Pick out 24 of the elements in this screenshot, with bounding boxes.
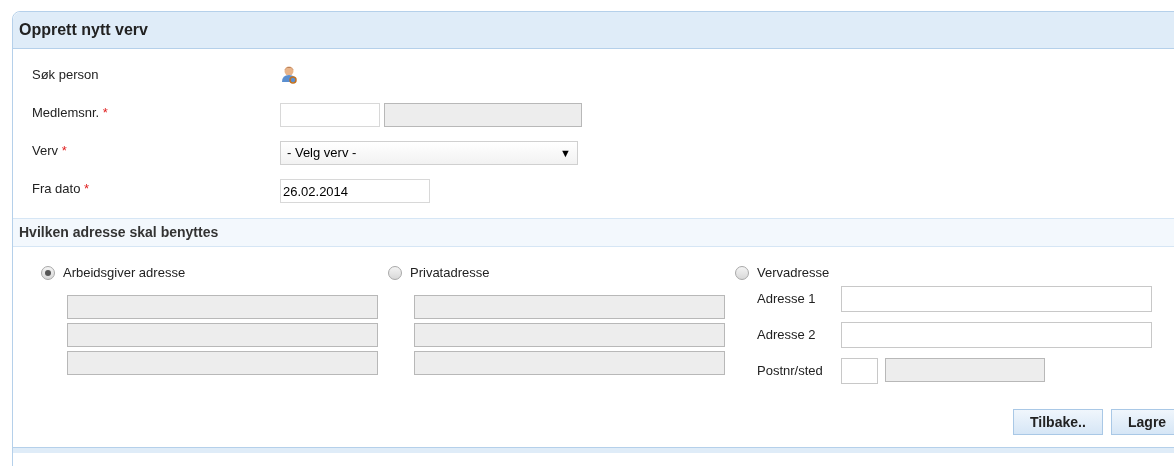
- field-label: Fra dato *: [32, 180, 91, 198]
- field-label: Søk person: [32, 66, 100, 84]
- person-search-icon[interactable]: [280, 65, 300, 85]
- field-label: Verv *: [32, 142, 68, 160]
- radio-button[interactable]: [388, 266, 402, 280]
- field-label: Medlemsnr. *: [32, 104, 109, 122]
- radio-label: Arbeidsgiver adresse: [63, 264, 186, 283]
- field-label: Postnr/sted: [757, 362, 824, 381]
- radio-button[interactable]: [735, 266, 749, 280]
- action-button[interactable]: Lagre: [1111, 409, 1174, 435]
- field-label: Adresse 2: [757, 326, 817, 345]
- panel-title: Opprett nytt verv: [19, 20, 148, 40]
- dropdown-field[interactable]: - Velg verv - ▼: [280, 141, 578, 165]
- field-label: Adresse 1: [757, 290, 817, 309]
- radio-label: Privatadresse: [410, 264, 490, 283]
- input-field[interactable]: [280, 103, 380, 127]
- date-field[interactable]: 26.02.2014: [280, 179, 430, 203]
- input-field[interactable]: [841, 358, 878, 384]
- input-field[interactable]: [841, 286, 1152, 312]
- input-field[interactable]: [841, 322, 1152, 348]
- section-title: Hvilken adresse skal benyttes: [19, 223, 219, 242]
- radio-button[interactable]: [41, 266, 55, 280]
- radio-label: Vervadresse: [757, 264, 830, 283]
- action-button[interactable]: Tilbake..: [1013, 409, 1103, 435]
